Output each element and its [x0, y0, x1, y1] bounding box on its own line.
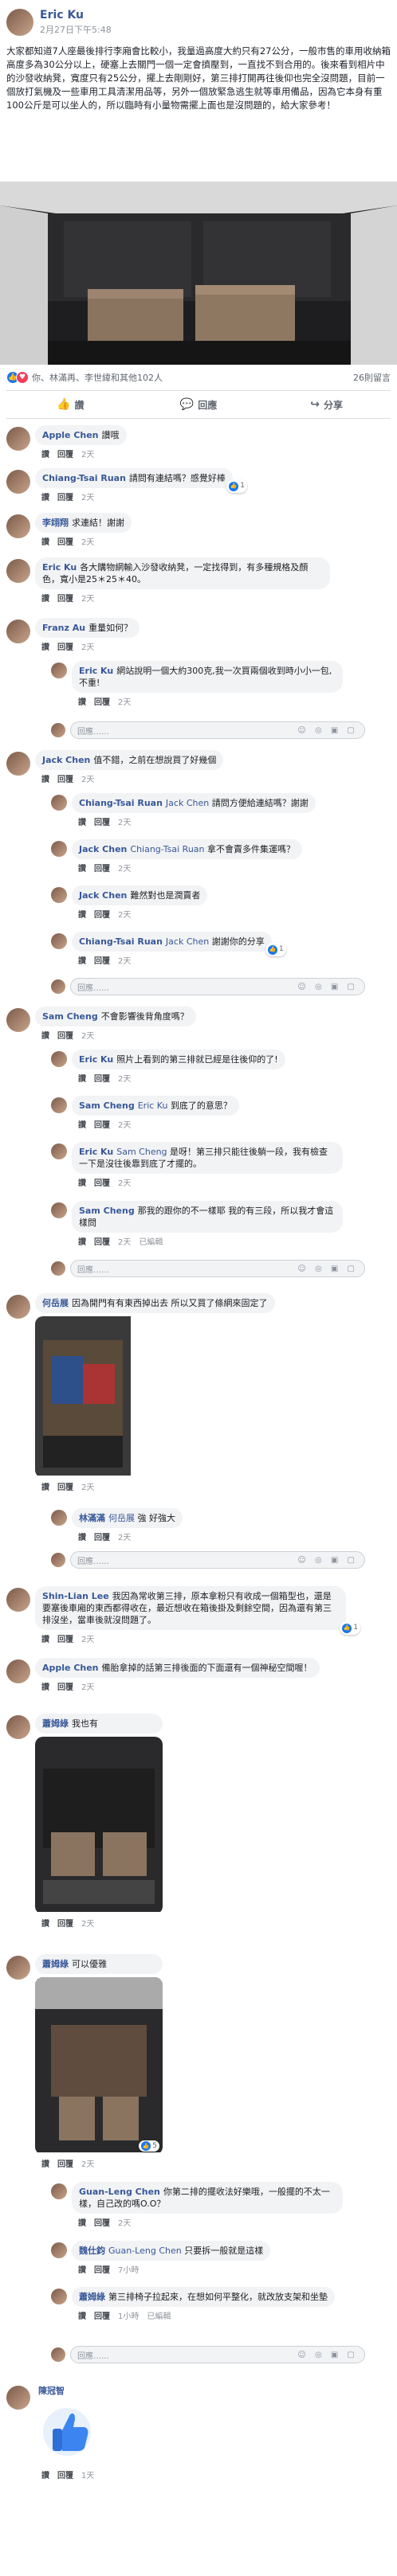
- comment: Chiang-Tsai Ruan 請問有連結嗎？感覺好棒 👍 1 讚回覆 2天: [6, 468, 247, 502]
- comment: 何岳展 因為開門有有東西掉出去 所以又買了條網來固定了 讚回覆 2天: [6, 1293, 275, 1492]
- post-header: Eric Ku 2月27日下午5:48: [6, 3, 112, 41]
- like-button[interactable]: 👍 讚: [6, 391, 135, 418]
- reply-input[interactable]: 回應…… ☺ ◎ ▣ ▢: [70, 721, 365, 739]
- comment-like-badge[interactable]: 👍 1: [226, 479, 247, 493]
- comment: Shin-Lian Lee 我因為常收第三排，原本拿粉只有收成一個箱型也，還是要塞…: [6, 1586, 360, 1644]
- comment: 蕭姆綠 可以優雅 👍 5 讚回覆 2天: [6, 1954, 163, 2169]
- commenter-avatar[interactable]: [6, 514, 30, 538]
- post-action-bar: 👍 讚 💬 回應 ↪ 分享: [6, 390, 391, 419]
- commenter-avatar[interactable]: [6, 559, 30, 583]
- comment: Apple Chen 備胎拿掉的話第三排後面的下面還有一個神秘空間喔！ 讚回覆 2天: [6, 1658, 320, 1692]
- comment-reply-link[interactable]: 回覆: [57, 451, 73, 459]
- post-timestamp[interactable]: 2月27日下午5:48: [40, 23, 112, 36]
- commenter-avatar[interactable]: [6, 470, 30, 494]
- reactions-names[interactable]: 你、林滿再、李世緯和其他102人: [32, 371, 163, 384]
- comment: Eric Ku 各大購物網輸入沙發收納凳，一定找得到，有多種規格及顏色，寬小是25…: [6, 557, 330, 604]
- comment: Apple Chen 讚哦 讚回覆 2天: [6, 425, 127, 459]
- reply-comment: Sam Cheng 那我的跟你的不一樣耶 我的有三段，所以我才會這樣問 讚回覆 2天…: [51, 1201, 343, 1247]
- car-trunk-illustration: [0, 182, 397, 365]
- share-button[interactable]: ↪ 分享: [262, 391, 391, 418]
- share-icon: ↪: [310, 398, 320, 411]
- comment-icon: 💬: [179, 398, 195, 411]
- reply-comment: 魏仕鈞 Guan-Leng Chen 只要拆一般就是這樣 讚回覆 7小時: [51, 2241, 271, 2275]
- emoji-camera-gif-sticker-icons[interactable]: ☺ ◎ ▣ ▢: [297, 726, 358, 735]
- reply-comment: Eric Ku 照片上看到的第三排就已經是往後仰的了! 讚回覆 2天: [51, 1050, 285, 1084]
- comment: Franz Au 重量如何？ 讚回覆 2天: [6, 618, 140, 652]
- thumbs-up-sticker-icon: [35, 2400, 102, 2466]
- reply-comment: Jack Chen 難然對也是潤賣者 讚回覆 2天: [51, 885, 208, 920]
- reply-input-row: 回應…… ☺ ◎ ▣ ▢: [51, 2346, 365, 2363]
- reply-input-row: 回應…… ☺ ◎ ▣ ▢: [51, 978, 365, 995]
- reply-comment: 蕭姆綠 第三排椅子拉起來，在想如何平整化，就改放支架和坐墊 讚回覆 1小時 已編輯: [51, 2287, 335, 2321]
- thumbs-up-icon: 👍: [57, 398, 71, 411]
- reply-comment: Chiang-Tsai Ruan Jack Chen 謝謝你的分享 👍 1 讚回覆 2天: [51, 932, 286, 966]
- my-avatar: [51, 723, 65, 737]
- reply-comment: Jack Chen Chiang-Tsai Ruan 拿不會賣多件集運嗎？ 讚回覆…: [51, 839, 303, 874]
- reply-comment: Eric Ku Sam Cheng 是呀！第三排只能往後躺一段，我有檢查一下是沒往…: [51, 1142, 343, 1188]
- reactions-summary[interactable]: 👍 ♥ 你、林滿再、李世緯和其他102人 26則留言: [6, 368, 391, 387]
- commenter-avatar[interactable]: [6, 620, 30, 643]
- comment-bubble: Apple Chen 讚哦: [35, 425, 127, 445]
- comment-photo[interactable]: [35, 1737, 163, 1914]
- reply-comment: 林滿滿 何岳展 強 好強大 讚回覆 2天: [51, 1508, 183, 1542]
- post-author[interactable]: Eric Ku: [40, 9, 112, 21]
- commenter-avatar[interactable]: [6, 427, 30, 451]
- reply-comment: Eric Ku 網站說明一個大約300克,我一次買兩個收到時小小一包,不重! 讚回…: [51, 661, 343, 707]
- reply-input-row: 回應…… ☺ ◎ ▣ ▢: [51, 1260, 365, 1277]
- comment-photo[interactable]: [35, 1316, 275, 1478]
- post-photo[interactable]: [0, 182, 397, 365]
- reply-input-row: 回應…… ☺ ◎ ▣ ▢: [51, 721, 365, 739]
- comment-photo[interactable]: 👍 5: [35, 1977, 163, 2155]
- commenter-avatar[interactable]: [51, 663, 67, 678]
- comment-like-link[interactable]: 讚: [41, 451, 49, 459]
- commenter-avatar[interactable]: [6, 752, 30, 776]
- comments-count[interactable]: 26則留言: [353, 371, 391, 384]
- reply-comment: Chiang-Tsai Ruan Jack Chen 請問方便給連結嗎？謝謝 讚回…: [51, 793, 316, 827]
- author-avatar[interactable]: [6, 9, 33, 36]
- comment-button[interactable]: 💬 回應: [135, 391, 263, 418]
- commenter-name[interactable]: 陳冠智: [35, 2384, 102, 2397]
- comment: 蕭姆綠 我也有 讚回覆 2天: [6, 1714, 163, 1929]
- comment: Jack Chen 值不錯，之前在想說買了好幾個 讚回覆 2天: [6, 750, 224, 784]
- comment: Sam Cheng 不會影響後背角度嗎？ 讚回覆 2天: [6, 1007, 196, 1041]
- comment: 陳冠智 讚回覆 1天: [6, 2384, 102, 2480]
- reply-input-row: 回應…… ☺ ◎ ▣ ▢: [51, 1551, 365, 1569]
- post-text: 大家都知道7人座最後排行李廂會比較小，我量過高度大約只有27公分，一般市售的車用…: [6, 45, 391, 111]
- love-reaction-icon: ♥: [16, 371, 29, 384]
- reply-comment: Sam Cheng Eric Ku 到底了的意思？ 讚回覆 2天: [51, 1096, 239, 1130]
- reply-comment: Guan-Leng Chen 你第二排的擺收法好樂哦，一般擺的不太一樣，自己改的嗎…: [51, 2182, 343, 2228]
- comment: 李翊翔 求連結！謝謝 讚回覆 2天: [6, 513, 132, 547]
